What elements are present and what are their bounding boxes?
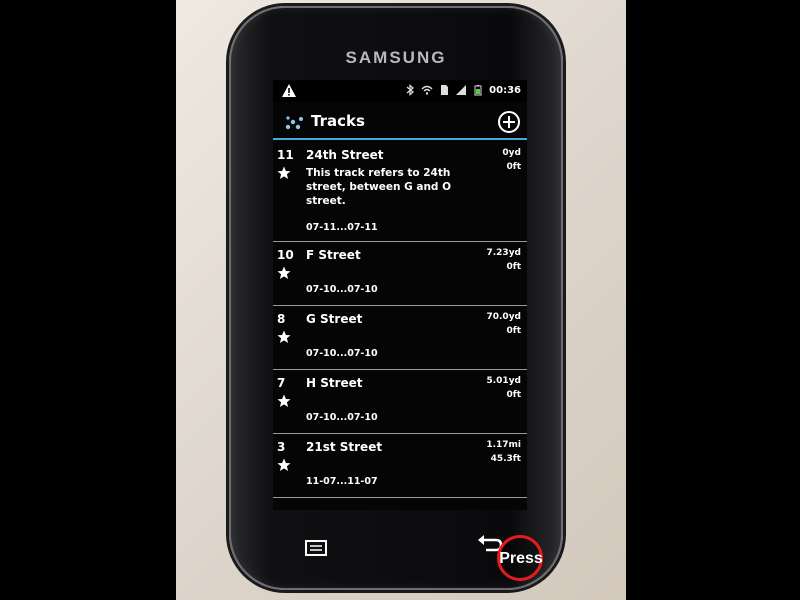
track-elevation: 0ft — [506, 162, 521, 172]
track-row[interactable]: 11 24th Street This track refers to 24th… — [273, 142, 527, 242]
star-icon[interactable] — [277, 266, 291, 280]
track-distance: 5.01yd — [486, 376, 521, 386]
track-description: This track refers to 24th street, betwee… — [306, 167, 452, 207]
track-elevation: 45.3ft — [490, 454, 521, 464]
app-title-bar: Tracks — [273, 106, 527, 140]
track-date: 07-10...07-10 — [306, 412, 378, 423]
track-row[interactable]: 10 F Street 07-10...07-10 7.23yd 0ft — [273, 242, 527, 306]
signal-icon — [456, 85, 467, 95]
track-date: 07-10...07-10 — [306, 284, 378, 295]
phone-screen: 00:36 Tracks 11 24th Street This track r… — [273, 80, 527, 510]
track-row[interactable]: 8 G Street 07-10...07-10 70.0yd 0ft — [273, 306, 527, 370]
track-elevation: 0ft — [506, 326, 521, 336]
status-bar: 00:36 — [273, 80, 527, 102]
status-icons: 00:36 — [404, 84, 521, 96]
add-track-icon[interactable] — [497, 110, 521, 134]
track-distance: 7.23yd — [486, 248, 521, 258]
track-number: 7 — [277, 376, 286, 390]
wifi-icon — [421, 85, 433, 95]
star-icon[interactable] — [277, 330, 291, 344]
track-date: 07-10...07-10 — [306, 348, 378, 359]
phone-body: SAMSUNG 00:36 Tracks 11 24th Street This… — [229, 6, 563, 590]
brand-logo: SAMSUNG — [345, 48, 447, 67]
track-number: 3 — [277, 440, 286, 454]
track-number: 10 — [277, 248, 294, 262]
warning-icon — [282, 84, 296, 97]
track-row[interactable]: 3 21st Street 11-07...11-07 1.17mi 45.3f… — [273, 434, 527, 498]
bluetooth-icon — [406, 84, 415, 96]
menu-key-icon[interactable] — [303, 538, 329, 558]
app-title: Tracks — [311, 112, 365, 130]
star-icon[interactable] — [277, 166, 291, 180]
track-distance: 70.0yd — [486, 312, 521, 322]
track-date: 07-11...07-11 — [306, 222, 378, 233]
track-list: 11 24th Street This track refers to 24th… — [273, 142, 527, 498]
track-row[interactable]: 7 H Street 07-10...07-10 5.01yd 0ft — [273, 370, 527, 434]
track-number: 8 — [277, 312, 286, 326]
track-distance: 0yd — [502, 148, 521, 158]
track-name: G Street — [306, 312, 363, 326]
track-date: 11-07...11-07 — [306, 476, 378, 487]
battery-icon — [474, 85, 482, 96]
star-icon[interactable] — [277, 394, 291, 408]
track-name: H Street — [306, 376, 363, 390]
status-clock: 00:36 — [489, 84, 521, 96]
track-elevation: 0ft — [506, 262, 521, 272]
track-name: 24th Street — [306, 148, 384, 162]
sim-icon — [441, 85, 449, 95]
press-indicator-label: Press — [499, 550, 543, 567]
star-icon[interactable] — [277, 458, 291, 472]
track-name: F Street — [306, 248, 361, 262]
track-name: 21st Street — [306, 440, 383, 454]
track-elevation: 0ft — [506, 390, 521, 400]
track-number: 11 — [277, 148, 294, 162]
footprints-icon — [285, 116, 303, 130]
track-distance: 1.17mi — [486, 440, 521, 450]
